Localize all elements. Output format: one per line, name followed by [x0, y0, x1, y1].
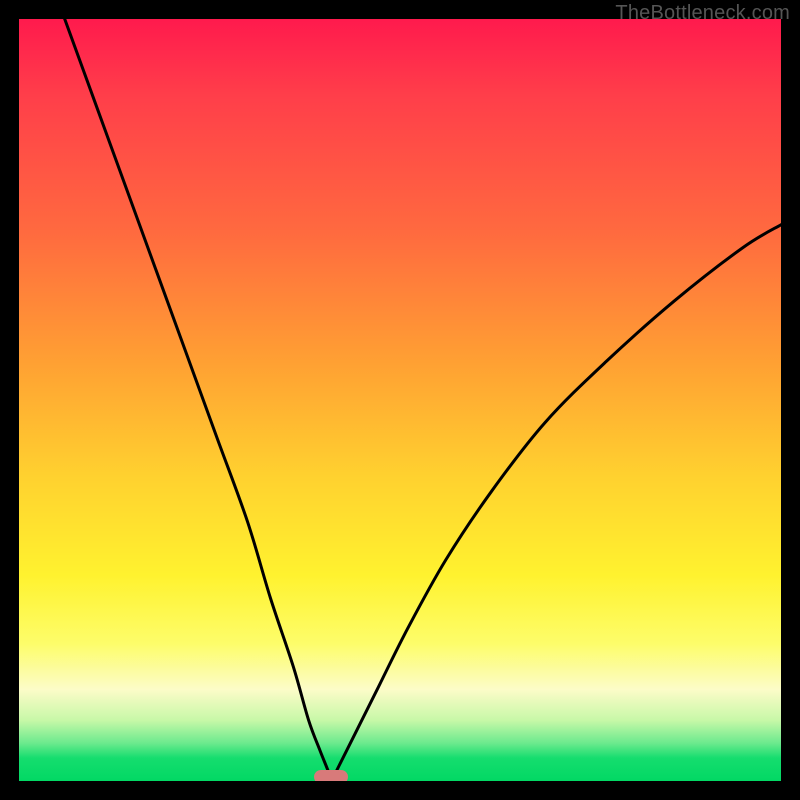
- bottleneck-curve: [19, 19, 781, 781]
- curve-left-branch: [65, 19, 332, 781]
- plot-area: [19, 19, 781, 781]
- watermark-text: TheBottleneck.com: [615, 2, 790, 25]
- curve-right-branch: [331, 225, 781, 781]
- minimum-marker: [314, 770, 348, 781]
